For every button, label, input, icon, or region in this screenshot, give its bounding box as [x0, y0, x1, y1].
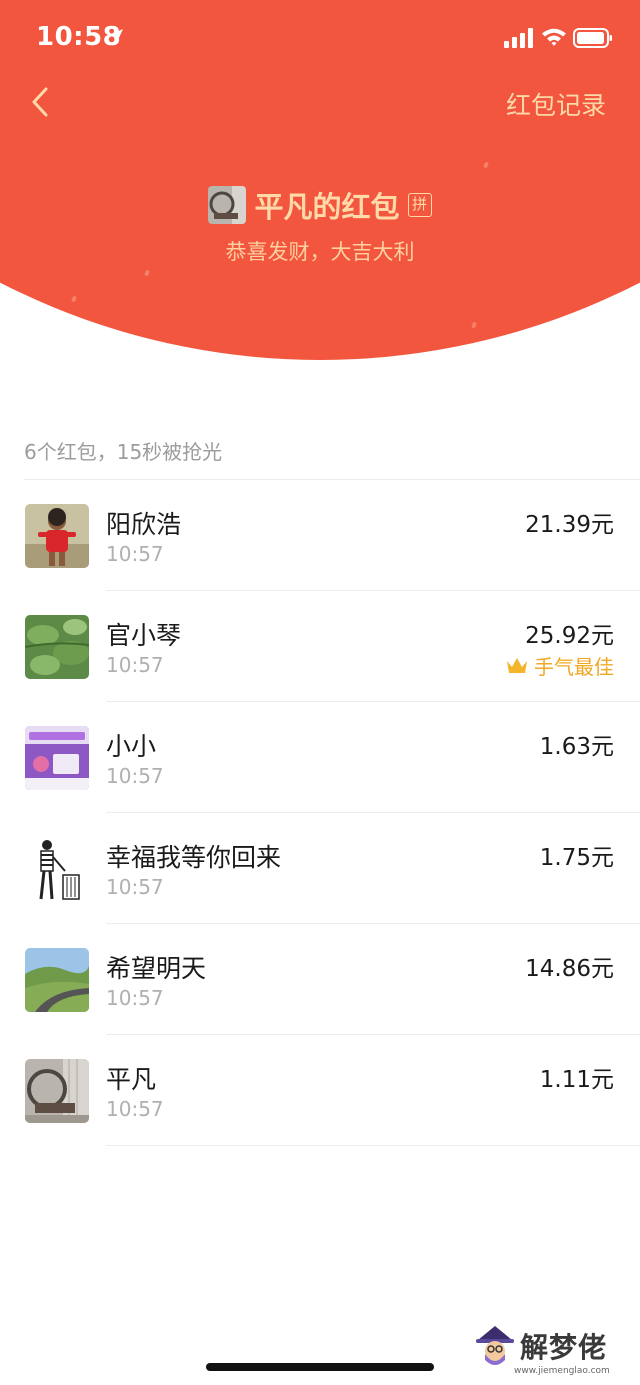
chevron-left-icon: [32, 87, 48, 117]
recipient-name: 官小琴: [106, 621, 182, 650]
battery-icon: [573, 28, 612, 48]
recipient-name: 阳欣浩: [106, 510, 182, 539]
list-item[interactable]: 幸福我等你回来 10:57 1.75元: [0, 813, 640, 924]
watermark-text: 解梦佬: [520, 1331, 608, 1364]
wifi-icon: [542, 28, 566, 46]
claim-amount: 21.39元: [525, 512, 614, 538]
claim-amount: 25.92元: [525, 623, 614, 649]
claim-time: 10:57: [106, 875, 164, 899]
claim-time: 10:57: [106, 542, 164, 566]
claim-summary: 6个红包，15秒被抢光: [24, 440, 223, 464]
list-item[interactable]: 平凡 10:57 1.11元: [0, 1035, 640, 1146]
claim-time: 10:57: [106, 986, 164, 1010]
sender-header: 平凡的红包 拼: [0, 184, 640, 226]
list-item[interactable]: 希望明天 10:57 14.86元: [0, 924, 640, 1035]
claim-amount: 1.63元: [539, 734, 614, 760]
divider: [106, 1145, 640, 1146]
watermark: 解梦佬 www.jiemenglao.com: [474, 1322, 634, 1382]
recipient-name: 小小: [106, 732, 157, 761]
status-bar: 10:58: [0, 0, 640, 78]
blessing-message: 恭喜发财，大吉大利: [225, 240, 415, 264]
recipient-name: 幸福我等你回来: [106, 843, 282, 872]
watermark-url: www.jiemenglao.com: [514, 1366, 610, 1376]
recipient-name: 平凡: [106, 1065, 157, 1094]
wizard-logo-icon: [476, 1326, 514, 1365]
best-luck-label: 手气最佳: [534, 655, 614, 679]
group-badge: 拼: [407, 193, 432, 217]
crown-icon: [507, 657, 527, 673]
claim-amount: 1.11元: [539, 1067, 614, 1093]
claim-time: 10:57: [106, 1097, 164, 1121]
best-luck-badge: 手气最佳: [506, 651, 614, 680]
avatar[interactable]: [25, 726, 89, 790]
list-item[interactable]: 小小 10:57 1.63元: [0, 702, 640, 813]
signal-icon: [504, 28, 533, 48]
claim-time: 10:57: [106, 653, 164, 677]
avatar[interactable]: [25, 1059, 89, 1123]
sender-avatar[interactable]: [208, 186, 247, 224]
location-arrow-icon: [111, 29, 123, 41]
red-packet-records-link[interactable]: 红包记录: [506, 86, 606, 122]
recipient-name: 希望明天: [106, 954, 207, 983]
screen: 10:58 红包记录 平凡的红包 拼 恭喜发财，大吉大利 6个红包，15秒被抢光…: [0, 0, 640, 1385]
sender-name: 平凡的红包: [254, 190, 400, 224]
avatar[interactable]: [25, 837, 89, 901]
status-time: 10:58: [36, 22, 122, 52]
claim-time: 10:57: [106, 764, 164, 788]
avatar[interactable]: [25, 504, 89, 568]
claim-amount: 1.75元: [539, 845, 614, 871]
claim-amount: 14.86元: [525, 956, 614, 982]
home-indicator[interactable]: [206, 1363, 434, 1371]
back-button[interactable]: [26, 86, 58, 118]
list-item[interactable]: 阳欣浩 10:57 21.39元: [0, 480, 640, 591]
avatar[interactable]: [25, 615, 89, 679]
list-item[interactable]: 官小琴 10:57 25.92元 手气最佳: [0, 591, 640, 702]
avatar[interactable]: [25, 948, 89, 1012]
